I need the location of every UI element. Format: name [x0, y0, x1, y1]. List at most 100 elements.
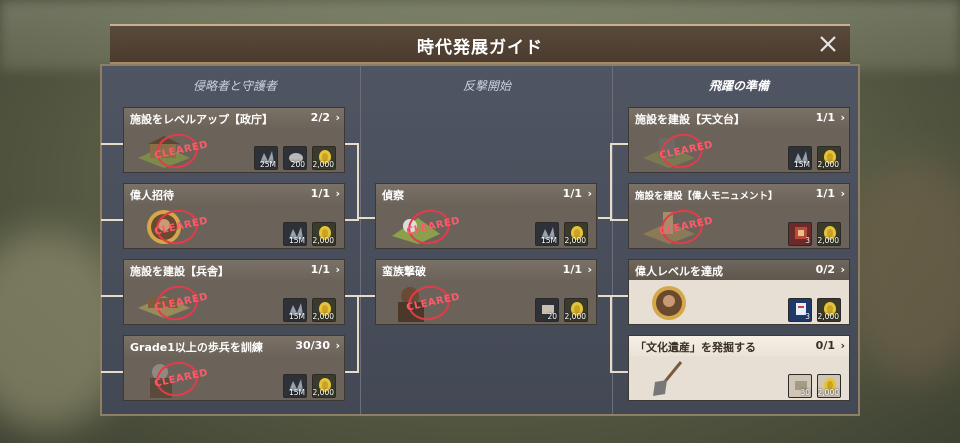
task-progress: 30/30 — [295, 339, 330, 352]
task-label: 施設を建設【天文台】 — [635, 113, 745, 126]
connector-line — [101, 143, 123, 145]
reward-list: 30 2,000 — [788, 374, 845, 400]
window-title: 時代発展ガイド — [417, 38, 543, 58]
task-card-build-observatory[interactable]: 施設を建設【天文台】 1/1 › CLEARED 15M 2,000 — [628, 107, 850, 173]
reward-gold: 2,000 — [312, 146, 336, 170]
reward-gold: 2,000 — [312, 374, 336, 398]
column-header-3: 飛躍の準備 — [708, 79, 769, 93]
task-progress: 0/2 — [815, 263, 835, 276]
reward-food: 25M — [254, 146, 278, 170]
chevron-right-icon: › — [587, 263, 592, 276]
chevron-right-icon: › — [335, 111, 340, 124]
connector-line — [101, 371, 123, 373]
task-card-defeat-barbarians[interactable]: 蛮族撃破 1/1 › CLEARED 20 2,000 — [375, 259, 597, 325]
reward-food: 15M — [788, 146, 812, 170]
reward-food: 15M — [283, 374, 307, 398]
reward-item-scroll: 3 — [788, 298, 812, 322]
chevron-right-icon: › — [587, 187, 592, 200]
reward-list: 15M 2,000 — [788, 146, 845, 172]
reward-list: 25M 200 2,000 — [254, 146, 340, 172]
building-thumbnail: CLEARED — [136, 130, 209, 172]
reward-list: 15M 2,000 — [283, 298, 340, 324]
column-divider — [360, 66, 361, 414]
task-progress: 0/1 — [815, 339, 835, 352]
close-icon — [820, 36, 836, 52]
connector-line — [610, 295, 612, 373]
task-label: 施設を建設【偉人モニュメント】 — [635, 191, 778, 202]
connector-line — [101, 295, 123, 297]
task-progress: 2/2 — [310, 111, 330, 124]
hero-thumbnail: CLEARED — [136, 206, 209, 248]
chevron-right-icon: › — [840, 339, 845, 352]
task-progress: 1/1 — [310, 187, 330, 200]
connector-line — [357, 143, 359, 221]
chevron-right-icon: › — [335, 339, 340, 352]
scout-thumbnail: CLEARED — [388, 206, 461, 248]
task-progress: 1/1 — [562, 263, 582, 276]
reward-stone: 30 — [788, 374, 812, 398]
chevron-right-icon: › — [335, 187, 340, 200]
close-button[interactable] — [816, 32, 840, 56]
task-label: 「文化遺産」を発掘する — [635, 341, 756, 354]
connector-line — [610, 143, 628, 145]
task-progress: 1/1 — [562, 187, 582, 200]
reward-food: 15M — [535, 222, 559, 246]
column-header-1: 侵略者と守護者 — [192, 79, 277, 93]
reward-list: 3 2,000 — [788, 222, 845, 248]
reward-food: 15M — [283, 222, 307, 246]
shovel-icon — [653, 361, 683, 396]
task-card-hero-level[interactable]: 偉人レベルを達成 0/2 › 3 2,000 — [628, 259, 850, 325]
task-label: 偉人レベルを達成 — [635, 265, 723, 278]
reward-list: 15M 2,000 — [283, 374, 340, 400]
chevron-right-icon: › — [840, 111, 845, 124]
reward-gold: 2,000 — [564, 298, 588, 322]
task-card-train-infantry[interactable]: Grade1以上の歩兵を訓練 30/30 › CLEARED 15M 2,000 — [123, 335, 345, 401]
task-card-excavate-heritage[interactable]: 「文化遺産」を発掘する 0/1 › 30 2,000 — [628, 335, 850, 401]
unit-thumbnail: CLEARED — [136, 358, 209, 400]
hero-thumbnail — [641, 284, 697, 322]
column-header-2: 反撃開始 — [462, 79, 511, 93]
connector-line — [610, 371, 628, 373]
reward-stone: 20 — [535, 298, 559, 322]
reward-list: 3 2,000 — [788, 298, 845, 324]
chevron-right-icon: › — [840, 263, 845, 276]
connector-line — [357, 295, 375, 297]
reward-list: 15M 2,000 — [535, 222, 592, 248]
task-label: 偉人招待 — [130, 189, 174, 202]
shovel-thumbnail — [641, 360, 697, 398]
task-card-scout[interactable]: 偵察 1/1 › CLEARED 15M 2,000 — [375, 183, 597, 249]
reward-gold: 2,000 — [817, 146, 841, 170]
task-label: Grade1以上の歩兵を訓練 — [130, 341, 263, 354]
task-card-invite-hero[interactable]: 偉人招待 1/1 › CLEARED 15M 2,000 — [123, 183, 345, 249]
reward-gold: 2,000 — [312, 222, 336, 246]
reward-gold: 2,000 — [817, 298, 841, 322]
connector-line — [610, 295, 628, 297]
task-card-build-barracks[interactable]: 施設を建設【兵舎】 1/1 › CLEARED 15M 2,000 — [123, 259, 345, 325]
reward-gold: 2,000 — [564, 222, 588, 246]
chevron-right-icon: › — [840, 187, 845, 200]
connector-line — [101, 219, 123, 221]
task-progress: 1/1 — [815, 111, 835, 124]
task-card-build-monument[interactable]: 施設を建設【偉人モニュメント】 1/1 › CLEARED 3 2,000 — [628, 183, 850, 249]
building-thumbnail: CLEARED — [641, 206, 714, 248]
chevron-right-icon: › — [335, 263, 340, 276]
task-card-upgrade-hall[interactable]: 施設をレベルアップ【政庁】 2/2 › CLEARED 25M 200 2,00… — [123, 107, 345, 173]
task-label: 施設をレベルアップ【政庁】 — [130, 113, 273, 126]
connector-line — [610, 143, 612, 219]
reward-item-book: 3 — [788, 222, 812, 246]
connector-line — [357, 217, 375, 219]
reward-food: 15M — [283, 298, 307, 322]
reward-gold: 2,000 — [817, 374, 841, 398]
title-bar: 時代発展ガイド — [110, 24, 850, 64]
reward-list: 20 2,000 — [535, 298, 592, 324]
hero-portrait-icon — [652, 286, 686, 320]
barbarian-thumbnail: CLEARED — [388, 282, 461, 324]
task-label: 施設を建設【兵舎】 — [130, 265, 229, 278]
reward-stone: 200 — [283, 146, 307, 170]
reward-gold: 2,000 — [817, 222, 841, 246]
connector-line — [610, 219, 628, 221]
reward-list: 15M 2,000 — [283, 222, 340, 248]
task-label: 蛮族撃破 — [382, 265, 426, 278]
reward-gold: 2,000 — [312, 298, 336, 322]
building-thumbnail: CLEARED — [641, 130, 714, 172]
